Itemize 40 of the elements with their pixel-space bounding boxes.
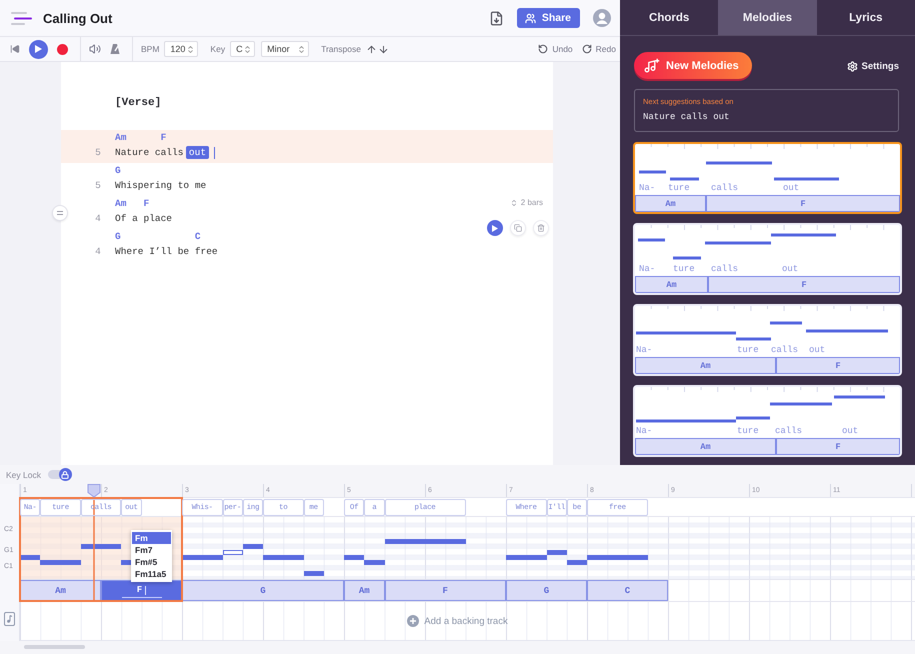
chord-block: Am (635, 195, 706, 212)
key-label: Key (210, 44, 226, 54)
count-label: 5 (94, 147, 102, 158)
chord-block: F (706, 195, 900, 212)
count-label: 4 (94, 213, 102, 224)
syllable-label: ture (737, 344, 759, 356)
syllable-label: Na- (639, 263, 656, 275)
section-label: [Verse] (115, 96, 162, 110)
syllable-label: ture (668, 182, 690, 194)
chord-block: Am (635, 438, 776, 455)
bpm-label: BPM (141, 44, 160, 54)
syllable-label: ture (737, 425, 759, 437)
syllable-label: calls (711, 263, 738, 275)
key-lock-label: Key Lock (6, 470, 41, 480)
syllable-label: Na- (636, 425, 652, 437)
lyric-text: Whispering to me (115, 180, 206, 191)
document-title: Calling Out (43, 10, 112, 26)
syllable-label: ture (673, 263, 695, 275)
selected-text: out (186, 146, 209, 159)
syllable-label: out (809, 344, 826, 356)
count-label: 4 (94, 246, 102, 257)
syllable-label: out (842, 425, 858, 437)
transpose-label: Transpose (321, 44, 361, 54)
lyric-text: Nature calls (115, 147, 184, 158)
count-label: 5 (94, 180, 102, 191)
syllable-label: out (782, 263, 798, 275)
syllable-label: calls (771, 344, 798, 356)
chord-block: F (776, 357, 900, 374)
chord-block: F (776, 438, 900, 455)
chord-block: Am (635, 357, 776, 374)
chord-block: Am (635, 276, 708, 293)
lyric-text: Of a place (115, 213, 172, 224)
syllable-label: Na- (639, 182, 656, 194)
syllable-label: calls (775, 425, 802, 437)
chord-block: F (708, 276, 900, 293)
suggestion-text: Nature calls out (643, 111, 730, 123)
syllable-label: Na- (636, 344, 652, 356)
syllable-label: out (783, 182, 800, 194)
syllable-label: calls (711, 182, 738, 194)
lyric-text: Where I’ll be free (115, 246, 218, 257)
